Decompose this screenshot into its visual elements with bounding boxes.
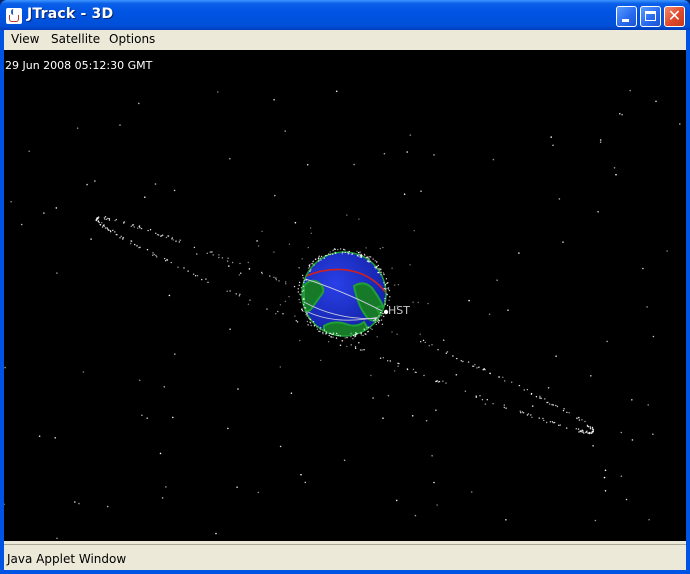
window-client-area: View Satellite Options HST 29 Jun 2008 0… <box>4 30 686 570</box>
menu-bar: View Satellite Options <box>4 30 686 50</box>
status-bar: Java Applet Window <box>4 544 686 570</box>
hubble-marker: HST <box>383 304 410 317</box>
status-text: Java Applet Window <box>7 552 127 566</box>
window-title: JTrack - 3D <box>27 6 114 22</box>
space-scene: HST <box>4 89 681 540</box>
java-cup-icon <box>6 8 22 24</box>
menu-view[interactable]: View <box>11 32 39 46</box>
menu-satellite[interactable]: Satellite <box>51 32 100 46</box>
close-button[interactable]: ✕ <box>664 6 685 27</box>
maximize-icon <box>645 11 656 21</box>
satellite-label: HST <box>388 304 410 317</box>
minimize-icon <box>622 19 629 22</box>
minimize-button[interactable] <box>616 6 637 27</box>
menu-options[interactable]: Options <box>109 32 155 46</box>
timestamp: 29 Jun 2008 05:12:30 GMT <box>5 59 153 72</box>
applet-window: JTrack - 3D ✕ View Satellite Options HST… <box>0 0 690 574</box>
maximize-button[interactable] <box>640 6 661 27</box>
title-bar[interactable]: JTrack - 3D ✕ <box>0 0 690 30</box>
3d-view-canvas[interactable]: HST 29 Jun 2008 05:12:30 GMT <box>4 50 686 541</box>
close-icon: ✕ <box>667 6 682 25</box>
